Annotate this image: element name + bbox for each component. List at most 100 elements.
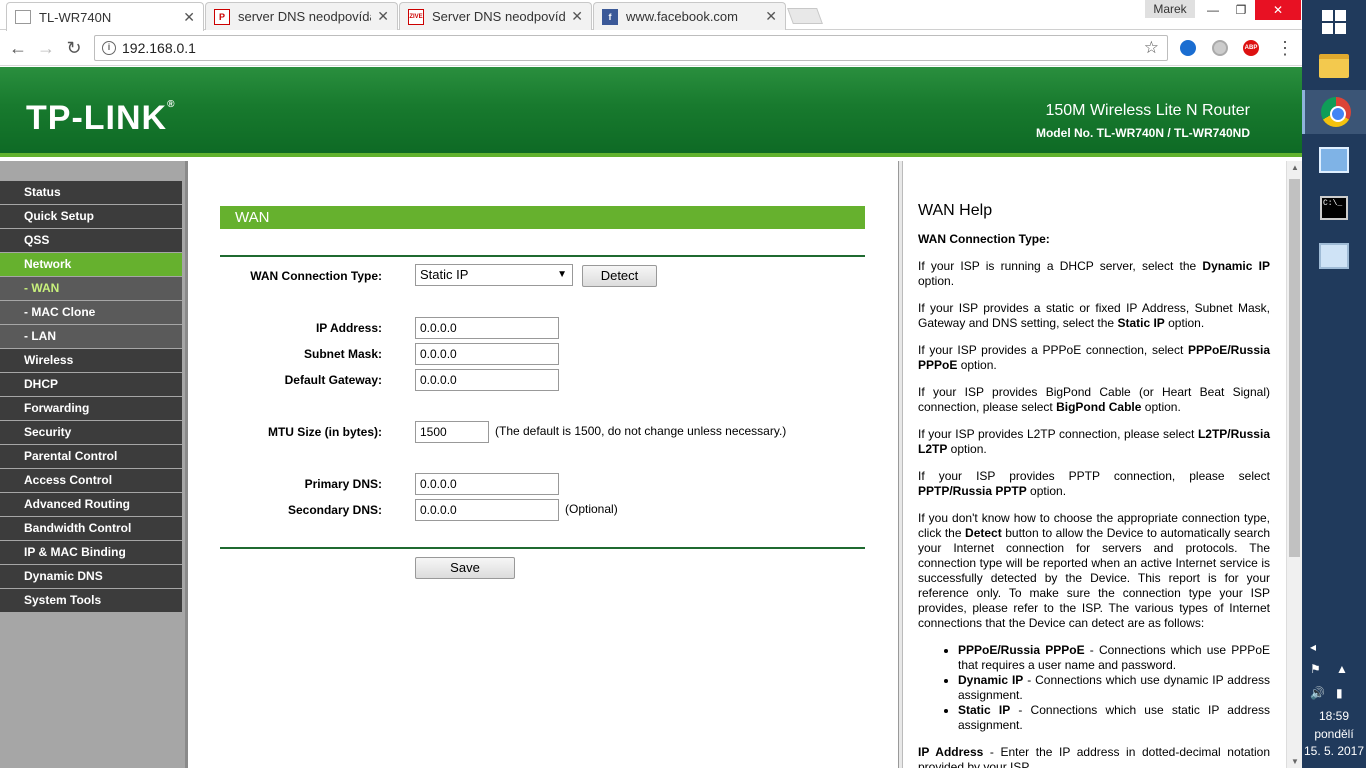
primary-dns-label: Primary DNS: — [304, 477, 382, 491]
sidebar-item-parental-control[interactable]: Parental Control — [0, 445, 182, 468]
scroll-up-icon[interactable]: ▲ — [1287, 163, 1302, 172]
clock-time[interactable]: 18:59 — [1302, 709, 1366, 723]
sidebar-item-wireless[interactable]: Wireless — [0, 349, 182, 372]
secondary-dns-input[interactable]: 0.0.0.0 — [415, 499, 559, 521]
sidebar-item-dynamic-dns[interactable]: Dynamic DNS — [0, 565, 182, 588]
scrollbar-thumb[interactable] — [1289, 179, 1300, 557]
list-item: Dynamic IP - Connections which use dynam… — [958, 673, 1270, 703]
taskbar-chrome[interactable] — [1302, 90, 1366, 134]
sidebar-item-dhcp[interactable]: DHCP — [0, 373, 182, 396]
control-panel-icon — [1319, 147, 1349, 173]
blank-page-icon — [15, 10, 31, 24]
address-bar[interactable]: i 192.168.0.1 ☆ — [94, 35, 1168, 61]
wan-settings-panel: WAN WAN Connection Type: Static IP ▼ Det… — [188, 161, 898, 768]
profile-name[interactable]: Marek — [1145, 0, 1195, 18]
scroll-down-icon[interactable]: ▼ — [1287, 757, 1302, 766]
close-icon[interactable]: ✕ — [765, 8, 777, 25]
help-paragraph: If your ISP provides BigPond Cable (or H… — [918, 385, 1270, 414]
command-prompt-icon: C:\_ — [1320, 196, 1348, 220]
tab-title: www.facebook.com — [626, 9, 738, 24]
sidebar-item-network[interactable]: Network — [0, 253, 182, 276]
sidebar-item-wan[interactable]: - WAN — [0, 277, 182, 300]
sidebar-item-security[interactable]: Security — [0, 421, 182, 444]
extension-gray-icon[interactable] — [1212, 40, 1228, 56]
divider — [220, 547, 865, 549]
back-arrow-icon[interactable]: ← — [6, 37, 30, 59]
connection-type-select[interactable]: Static IP ▼ — [415, 264, 573, 286]
sidebar-item-quick-setup[interactable]: Quick Setup — [0, 205, 182, 228]
close-icon[interactable]: ✕ — [571, 8, 583, 25]
tab-facebook[interactable]: f www.facebook.com ✕ — [593, 2, 786, 30]
sidebar-item-status[interactable]: Status — [0, 181, 182, 204]
help-paragraph: IP Address - Enter the IP address in dot… — [918, 745, 1270, 768]
model-number: Model No. TL-WR740N / TL-WR740ND — [1035, 126, 1250, 140]
sidebar-item-ip-mac-binding[interactable]: IP & MAC Binding — [0, 541, 182, 564]
signal-icon[interactable]: ▲ — [1336, 662, 1348, 676]
mtu-size-input[interactable]: 1500 — [415, 421, 489, 443]
sidebar-item-bandwidth-control[interactable]: Bandwidth Control — [0, 517, 182, 540]
page-viewport: TP-LINK® 150M Wireless Lite N Router Mod… — [0, 67, 1302, 768]
sidebar-item-mac-clone[interactable]: - MAC Clone — [0, 301, 182, 324]
sidebar-item-forwarding[interactable]: Forwarding — [0, 397, 182, 420]
start-button[interactable] — [1302, 0, 1366, 44]
taskbar-network[interactable] — [1302, 234, 1366, 278]
taskbar-command-prompt[interactable]: C:\_ — [1302, 186, 1366, 230]
volume-icon[interactable]: 🔊 — [1310, 686, 1325, 700]
primary-dns-input[interactable]: 0.0.0.0 — [415, 473, 559, 495]
product-name: 150M Wireless Lite N Router — [1045, 102, 1250, 119]
zive-icon: ZIVE — [408, 8, 424, 25]
list-item: PPPoE/Russia PPPoE - Connections which u… — [958, 643, 1270, 673]
reload-icon[interactable]: ↻ — [62, 37, 86, 59]
ip-address-label: IP Address: — [315, 321, 382, 335]
taskbar-control-panel[interactable] — [1302, 138, 1366, 182]
clock-date[interactable]: 15. 5. 2017 — [1302, 744, 1366, 758]
default-gateway-input[interactable]: 0.0.0.0 — [415, 369, 559, 391]
list-item: Static IP - Connections which use static… — [958, 703, 1270, 733]
clock-day[interactable]: pondělí — [1302, 727, 1366, 741]
tp-link-logo: TP-LINK® — [26, 99, 176, 137]
info-icon[interactable]: i — [102, 41, 116, 55]
help-content: WAN Help WAN Connection Type: If your IS… — [918, 203, 1270, 768]
router-header: TP-LINK® 150M Wireless Lite N Router Mod… — [0, 67, 1302, 157]
tab-server-dns-2[interactable]: ZIVE Server DNS neodpovídá - ✕ — [399, 2, 592, 30]
chrome-menu-icon[interactable]: ⋮ — [1276, 37, 1294, 59]
section-title: WAN — [220, 206, 865, 229]
close-icon[interactable]: ✕ — [183, 9, 195, 26]
help-scrollbar[interactable]: ▲ ▼ — [1286, 161, 1302, 768]
help-title: WAN Help — [918, 202, 993, 219]
tab-title: TL-WR740N — [39, 9, 112, 25]
sidebar-item-system-tools[interactable]: System Tools — [0, 589, 182, 612]
flag-icon[interactable]: ⚑ — [1310, 662, 1321, 676]
divider — [220, 255, 865, 257]
close-icon[interactable]: ✕ — [377, 8, 389, 25]
restore-icon[interactable]: ❐ — [1226, 0, 1256, 20]
tab-tl-wr740n[interactable]: TL-WR740N ✕ — [6, 2, 204, 31]
sidebar-item-qss[interactable]: QSS — [0, 229, 182, 252]
forward-arrow-icon[interactable]: → — [34, 37, 58, 59]
help-subtitle: WAN Connection Type: — [918, 232, 1050, 246]
new-tab-button[interactable] — [787, 8, 823, 24]
save-button[interactable]: Save — [415, 557, 515, 579]
sidebar-menu: Status Quick Setup QSS Network - WAN - M… — [0, 161, 188, 768]
sidebar-item-advanced-routing[interactable]: Advanced Routing — [0, 493, 182, 516]
adblock-plus-icon[interactable]: ABP — [1243, 40, 1259, 56]
browser-toolbar: ← → ↻ i 192.168.0.1 ☆ ABP ⋮ — [0, 31, 1302, 66]
tab-server-dns-1[interactable]: P server DNS neodpovídá - ✕ — [205, 2, 398, 30]
help-paragraph: If your ISP is running a DHCP server, se… — [918, 259, 1270, 288]
minimize-icon[interactable]: — — [1198, 0, 1228, 20]
bookmark-star-icon[interactable]: ☆ — [1144, 38, 1159, 58]
ip-address-input[interactable]: 0.0.0.0 — [415, 317, 559, 339]
sidebar-item-lan[interactable]: - LAN — [0, 325, 182, 348]
browser-tab-strip: TL-WR740N ✕ P server DNS neodpovídá - ✕ … — [0, 0, 1302, 31]
help-panel: WAN Help WAN Connection Type: If your IS… — [903, 161, 1286, 768]
sidebar-item-access-control[interactable]: Access Control — [0, 469, 182, 492]
taskbar-explorer[interactable] — [1302, 44, 1366, 88]
window-close-button[interactable]: ✕ — [1255, 0, 1301, 20]
battery-icon[interactable]: ▮ — [1336, 686, 1343, 700]
subnet-mask-input[interactable]: 0.0.0.0 — [415, 343, 559, 365]
url-text[interactable]: 192.168.0.1 — [122, 40, 196, 56]
mtu-size-label: MTU Size (in bytes): — [267, 425, 382, 439]
chevron-left-icon[interactable]: ◂ — [1310, 640, 1316, 654]
extension-blue-icon[interactable] — [1180, 40, 1196, 56]
detect-button[interactable]: Detect — [582, 265, 657, 287]
